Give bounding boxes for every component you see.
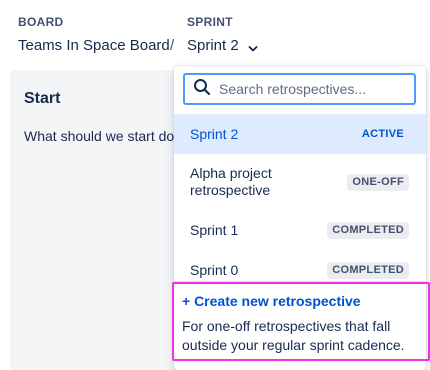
- sprint-dropdown-trigger[interactable]: Sprint 2: [187, 37, 297, 55]
- search-field[interactable]: [183, 73, 416, 105]
- list-item-sprint-2[interactable]: Sprint 2 ACTIVE: [174, 114, 426, 154]
- retrospective-list: Sprint 2 ACTIVE Alpha project retrospect…: [174, 114, 426, 290]
- start-column-description: What should we start do: [24, 128, 175, 144]
- status-badge: COMPLETED: [327, 261, 409, 279]
- list-item-label: Alpha project retrospective: [190, 165, 272, 198]
- list-item-sprint-1[interactable]: Sprint 1 COMPLETED: [174, 210, 426, 250]
- sprint-label: SPRINT: [187, 15, 233, 29]
- list-item-label: Sprint 2: [190, 125, 239, 142]
- list-item-label: Sprint 0: [190, 261, 239, 278]
- board-label: BOARD: [18, 15, 64, 29]
- status-badge: ONE-OFF: [347, 173, 409, 191]
- board-name[interactable]: Teams In Space Board: [18, 37, 188, 55]
- list-item-label: Sprint 1: [190, 221, 239, 238]
- start-column-title: Start: [24, 90, 61, 107]
- search-icon: [193, 78, 211, 101]
- status-badge: ACTIVE: [361, 127, 404, 140]
- board-selector[interactable]: BOARD Teams In Space Board: [18, 15, 188, 55]
- create-retrospective-section: + Create new retrospective For one-off r…: [172, 282, 430, 361]
- chevron-down-icon[interactable]: [248, 41, 258, 52]
- create-retrospective-description: For one-off retrospectives that fall out…: [182, 318, 405, 353]
- sprint-selector[interactable]: SPRINT Sprint 2: [187, 15, 297, 55]
- create-new-retrospective-link[interactable]: + Create new retrospective: [182, 293, 361, 309]
- list-item-alpha-project[interactable]: Alpha project retrospective ONE-OFF: [174, 154, 426, 210]
- sprint-current-value[interactable]: Sprint 2: [187, 37, 239, 55]
- breadcrumb-separator: /: [170, 37, 175, 54]
- search-input[interactable]: [219, 81, 409, 97]
- status-badge: COMPLETED: [327, 221, 409, 239]
